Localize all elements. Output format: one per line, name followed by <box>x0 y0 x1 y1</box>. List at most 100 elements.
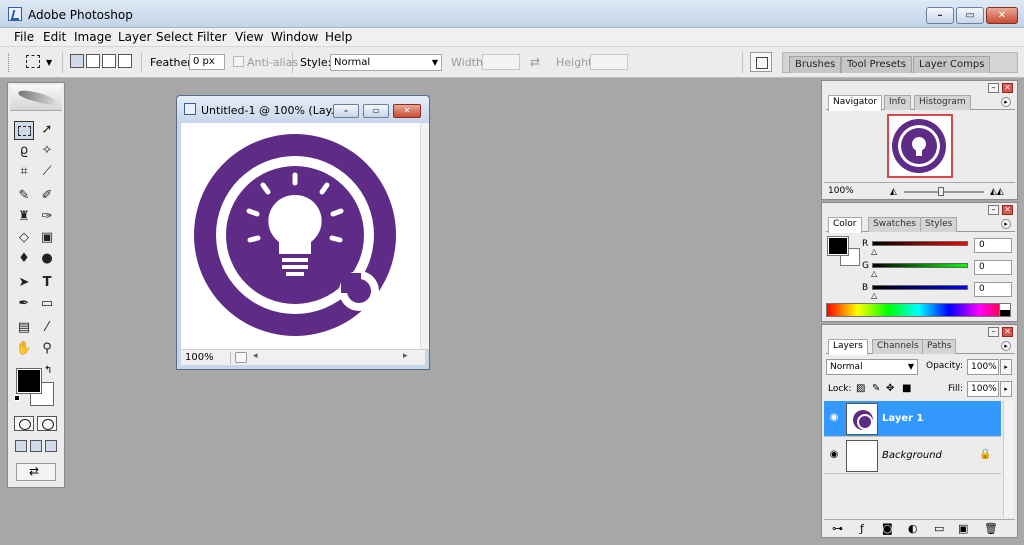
minimize-button[interactable]: – <box>926 7 954 24</box>
layers-scrollbar[interactable] <box>1003 401 1013 517</box>
new-layer-icon[interactable]: ▣ <box>958 522 968 535</box>
default-colors-icon[interactable] <box>14 395 20 401</box>
document-title-bar[interactable]: Untitled-1 @ 100% (Lay... – ▭ ✕ <box>177 96 429 122</box>
well-tab-layer-comps[interactable]: Layer Comps <box>913 56 991 73</box>
navigator-zoom-value[interactable]: 100% <box>828 186 854 196</box>
tool-preset-caret-icon[interactable]: ▼ <box>46 58 52 67</box>
add-to-selection-icon[interactable] <box>86 54 100 68</box>
tab-layers[interactable]: Layers <box>828 339 868 355</box>
menu-file[interactable]: File <box>14 30 34 44</box>
red-slider-handle-icon[interactable]: △ <box>871 247 877 256</box>
quick-mask-mode-button[interactable] <box>37 416 57 431</box>
blue-slider[interactable] <box>872 285 968 290</box>
dodge-tool-icon[interactable]: ● <box>37 250 57 269</box>
tab-swatches[interactable]: Swatches <box>868 217 921 232</box>
blue-input[interactable]: 0 <box>974 282 1012 297</box>
tab-styles[interactable]: Styles <box>920 217 958 232</box>
full-screen-menu-mode-icon[interactable] <box>30 440 42 452</box>
document-close-button[interactable]: ✕ <box>393 104 421 118</box>
full-screen-mode-icon[interactable] <box>45 440 57 452</box>
clone-stamp-tool-icon[interactable]: ♜ <box>14 208 34 227</box>
swap-colors-icon[interactable]: ↰ <box>44 365 52 376</box>
menu-filter[interactable]: Filter <box>197 30 227 44</box>
document-canvas[interactable] <box>181 123 429 349</box>
swap-width-height-icon[interactable]: ⇄ <box>530 55 540 69</box>
feather-input[interactable]: 0 px <box>189 54 225 70</box>
blue-slider-handle-icon[interactable]: △ <box>871 291 877 300</box>
menu-help[interactable]: Help <box>325 30 352 44</box>
fill-slider-button[interactable]: ▸ <box>1000 381 1012 397</box>
panel-menu-icon[interactable]: ▸ <box>1001 97 1011 107</box>
document-vertical-scrollbar[interactable] <box>420 123 429 349</box>
black-white-swatch[interactable] <box>999 303 1011 317</box>
menu-edit[interactable]: Edit <box>43 30 66 44</box>
tab-paths[interactable]: Paths <box>922 339 957 354</box>
panel-close-icon[interactable]: ✕ <box>1002 327 1013 337</box>
tab-channels[interactable]: Channels <box>872 339 924 354</box>
lock-transparency-icon[interactable]: ▨ <box>856 383 865 394</box>
intersect-selection-icon[interactable] <box>118 54 132 68</box>
navigator-zoom-slider[interactable] <box>904 191 984 193</box>
type-tool-icon[interactable]: T <box>37 274 57 293</box>
menu-select[interactable]: Select <box>156 30 193 44</box>
menu-image[interactable]: Image <box>74 30 112 44</box>
palette-toggle-button[interactable] <box>750 52 772 72</box>
zoom-tool-icon[interactable]: ⚲ <box>37 340 57 359</box>
menu-window[interactable]: Window <box>271 30 318 44</box>
green-slider[interactable] <box>872 263 968 268</box>
tab-histogram[interactable]: Histogram <box>914 95 971 110</box>
opacity-slider-button[interactable]: ▸ <box>1000 359 1012 375</box>
trash-icon[interactable]: 🗑 <box>984 522 998 535</box>
magic-wand-tool-icon[interactable]: ✧ <box>37 142 57 161</box>
document-maximize-button[interactable]: ▭ <box>363 104 389 118</box>
color-spectrum-bar[interactable] <box>826 303 1011 317</box>
hand-tool-icon[interactable]: ✋ <box>14 340 34 359</box>
lock-image-icon[interactable]: ✎ <box>872 383 880 394</box>
panel-menu-icon[interactable]: ▸ <box>1001 219 1011 229</box>
maximize-button[interactable]: ▭ <box>956 7 984 24</box>
width-input[interactable] <box>482 54 520 70</box>
adjustment-layer-icon[interactable]: ◐ <box>908 522 918 535</box>
layer-row-layer-1[interactable]: ◉ Layer 1 <box>824 401 1001 437</box>
new-group-icon[interactable]: ▭ <box>934 522 944 535</box>
panel-minimize-icon[interactable]: – <box>988 205 999 215</box>
eye-icon[interactable]: ◉ <box>828 449 840 461</box>
status-info-button[interactable] <box>235 352 247 363</box>
panel-close-icon[interactable]: ✕ <box>1002 205 1013 215</box>
path-selection-tool-icon[interactable]: ➤ <box>14 274 34 293</box>
opacity-input[interactable]: 100% <box>967 359 999 375</box>
tool-preset-picker-icon[interactable] <box>26 55 40 68</box>
height-input[interactable] <box>590 54 628 70</box>
lock-all-icon[interactable]: ■ <box>902 383 911 394</box>
lasso-tool-icon[interactable]: ϱ <box>14 142 34 161</box>
panel-menu-icon[interactable]: ▸ <box>1001 341 1011 351</box>
green-input[interactable]: 0 <box>974 260 1012 275</box>
gradient-tool-icon[interactable]: ▣ <box>37 229 57 248</box>
standard-mode-button[interactable] <box>14 416 34 431</box>
document-zoom-field[interactable]: 100% <box>185 352 231 364</box>
layer-style-icon[interactable]: ƒ <box>860 522 864 535</box>
subtract-from-selection-icon[interactable] <box>102 54 116 68</box>
zoom-out-icon[interactable]: ◭ <box>890 187 897 197</box>
red-input[interactable]: 0 <box>974 238 1012 253</box>
link-layers-icon[interactable]: ⊶ <box>832 522 843 535</box>
well-tab-brushes[interactable]: Brushes <box>789 56 842 73</box>
eye-icon[interactable]: ◉ <box>828 412 840 424</box>
close-button[interactable]: ✕ <box>986 7 1018 24</box>
color-fg-swatch[interactable] <box>827 236 849 256</box>
standard-screen-mode-icon[interactable] <box>15 440 27 452</box>
eraser-tool-icon[interactable]: ◇ <box>14 229 34 248</box>
panel-minimize-icon[interactable]: – <box>988 83 999 93</box>
green-slider-handle-icon[interactable]: △ <box>871 269 877 278</box>
scroll-left-icon[interactable]: ◂ <box>253 351 258 361</box>
blur-tool-icon[interactable]: ♦ <box>14 250 34 269</box>
tab-color[interactable]: Color <box>828 217 862 233</box>
tab-navigator[interactable]: Navigator <box>828 95 883 111</box>
history-brush-tool-icon[interactable]: ✑ <box>37 208 57 227</box>
layer-row-background[interactable]: ◉ Background 🔒 <box>824 438 1001 474</box>
document-minimize-button[interactable]: – <box>333 104 359 118</box>
healing-brush-tool-icon[interactable]: ✎ <box>14 187 34 206</box>
menu-layer[interactable]: Layer <box>118 30 151 44</box>
rectangular-marquee-tool-icon[interactable] <box>14 121 34 140</box>
navigator-thumbnail[interactable] <box>887 114 953 178</box>
